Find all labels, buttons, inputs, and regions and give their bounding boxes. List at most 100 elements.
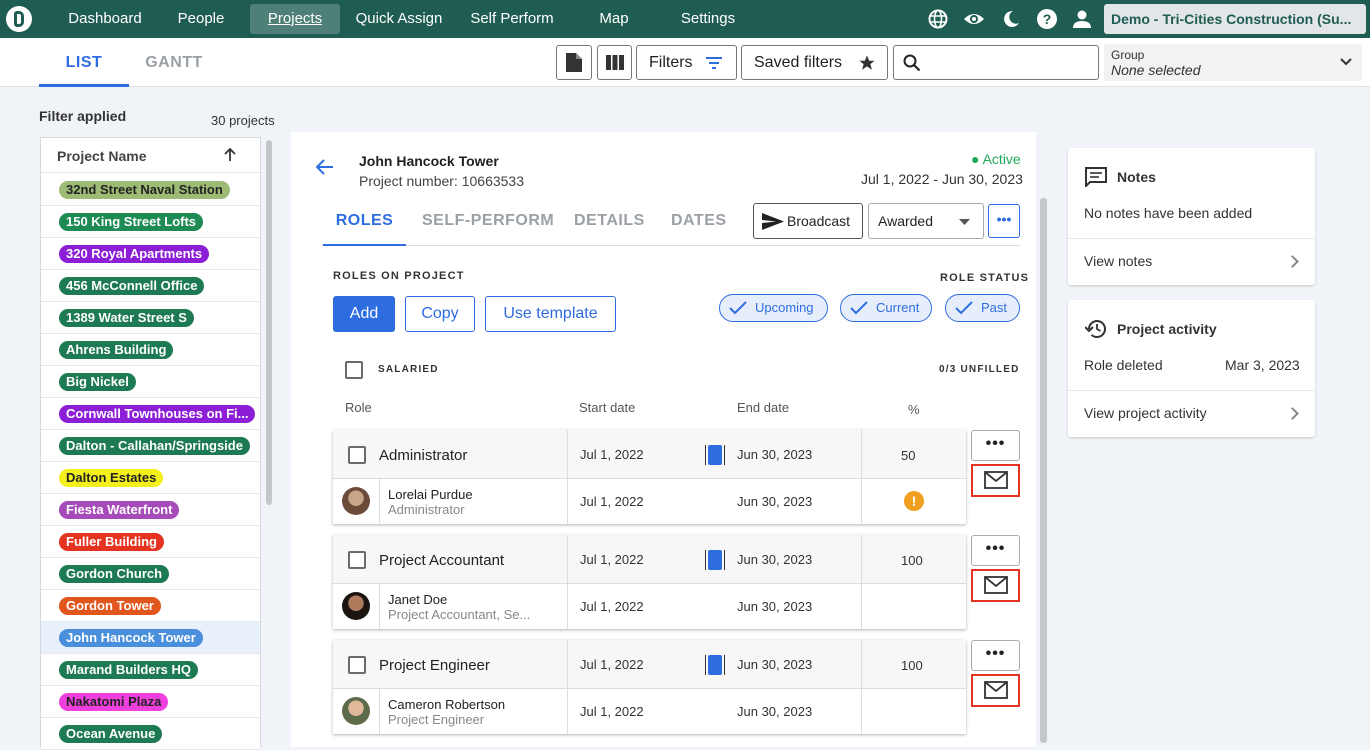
eye-icon[interactable] [963,8,985,30]
tab-details[interactable]: DETAILS [574,200,645,230]
date-range-marker[interactable] [705,655,725,675]
export-button[interactable] [556,45,592,80]
search-input[interactable] [928,50,1090,75]
project-name-chip: Fiesta Waterfront [59,501,180,519]
stage-select[interactable]: Awarded [868,203,984,239]
person-name[interactable]: Janet Doe [388,592,447,607]
activity-event-date: Mar 3, 2023 [1225,357,1300,373]
tab-dates[interactable]: DATES [671,200,727,230]
project-list-item[interactable]: Dalton - Callahan/Springside [41,430,260,462]
project-list-item[interactable]: 32nd Street Naval Station [41,174,260,206]
view-activity-link[interactable]: View project activity [1068,391,1315,435]
project-list-item[interactable]: 456 McConnell Office [41,270,260,302]
roles-on-project-caption: ROLES ON PROJECT [333,270,465,282]
copy-button[interactable]: Copy [405,296,475,332]
columns-button[interactable] [597,45,632,80]
select-all-checkbox[interactable] [345,361,363,379]
detail-scrollbar[interactable] [1040,198,1047,743]
project-count: 30 projects [211,113,275,128]
view-notes-link[interactable]: View notes [1068,239,1315,283]
nav-dashboard[interactable]: Dashboard [55,0,155,38]
status-chip-label: Past [981,300,1008,315]
avatar[interactable] [342,697,370,725]
project-list-item[interactable]: Nakatomi Plaza [41,686,260,718]
role-end-date: Jun 30, 2023 [737,657,813,672]
project-list-item[interactable]: Ocean Avenue [41,718,260,750]
user-icon[interactable] [1071,8,1093,30]
role-end-date: Jun 30, 2023 [737,552,813,567]
globe-icon[interactable] [927,8,949,30]
nav-projects[interactable]: Projects [250,4,340,34]
unfilled-count: 0/3 UNFILLED [939,364,1020,375]
role-checkbox[interactable] [348,656,366,674]
project-list-item[interactable]: Dalton Estates [41,462,260,494]
status-chip-label: Upcoming [755,300,814,315]
status-chip-past[interactable]: Past [945,294,1020,322]
nav-quick-assign[interactable]: Quick Assign [350,0,448,38]
group-value: None selected [1111,62,1201,78]
avatar[interactable] [342,592,370,620]
history-icon [1085,320,1106,338]
project-list-item[interactable]: Marand Builders HQ [41,654,260,686]
nav-map[interactable]: Map [590,0,638,38]
filters-button[interactable]: Filters [636,45,737,80]
tab-roles[interactable]: ROLES [323,200,406,246]
role-more-button[interactable]: ••• [971,430,1020,461]
back-arrow-icon[interactable] [316,158,334,176]
tab-gantt[interactable]: GANTT [135,38,213,87]
date-range-marker[interactable] [705,550,725,570]
date-range-marker[interactable] [705,445,725,465]
broadcast-button[interactable]: Broadcast [753,203,863,239]
project-list-item[interactable]: Cornwall Townhouses on Fi... [41,398,260,430]
project-list-item[interactable]: Gordon Tower [41,590,260,622]
search-input-box[interactable] [893,45,1099,80]
avatar[interactable] [342,487,370,515]
role-more-button[interactable]: ••• [971,535,1020,566]
moon-icon[interactable] [1000,8,1022,30]
help-icon[interactable]: ? [1036,8,1058,30]
project-list-item[interactable]: 1389 Water Street S [41,302,260,334]
sort-arrow-up-icon[interactable] [224,148,236,162]
project-list-item[interactable]: 320 Royal Apartments [41,238,260,270]
nav-people[interactable]: People [166,0,236,38]
more-horizontal-icon: ••• [985,540,1006,557]
project-name-chip: Ahrens Building [59,341,174,359]
project-list-item[interactable]: Ahrens Building [41,334,260,366]
project-list-item[interactable]: Fiesta Waterfront [41,494,260,526]
tab-self-perform[interactable]: SELF-PERFORM [422,200,554,230]
person-name[interactable]: Lorelai Purdue [388,487,473,502]
email-button[interactable] [971,674,1020,707]
role-checkbox[interactable] [348,551,366,569]
person-name[interactable]: Cameron Robertson [388,697,505,712]
project-list-item[interactable]: Big Nickel [41,366,260,398]
add-role-button[interactable]: Add [333,296,395,332]
project-list-item[interactable]: Gordon Church [41,558,260,590]
app-logo[interactable] [6,6,32,32]
chevron-right-icon [1286,407,1299,420]
status-chip-current[interactable]: Current [840,294,932,322]
project-list-item[interactable]: John Hancock Tower [41,622,260,654]
column-percent: % [908,402,920,417]
email-button[interactable] [971,464,1020,497]
project-more-button[interactable]: ••• [988,204,1020,238]
warning-icon[interactable]: ! [904,491,924,511]
saved-filters-button[interactable]: Saved filters [741,45,888,80]
project-name-chip: Gordon Tower [59,597,161,615]
project-list-item[interactable]: Fuller Building [41,526,260,558]
nav-self-perform[interactable]: Self Perform [462,0,562,38]
status-chip-label: Current [876,300,920,315]
tab-list[interactable]: LIST [39,38,129,87]
project-list-item[interactable]: 150 King Street Lofts [41,206,260,238]
nav-settings[interactable]: Settings [672,0,744,38]
status-chip-upcoming[interactable]: Upcoming [719,294,828,322]
group-select[interactable]: Group None selected [1104,44,1362,81]
role-name: Administrator [379,447,468,464]
project-list-header[interactable]: Project Name [41,138,260,173]
email-button[interactable] [971,569,1020,602]
use-template-button[interactable]: Use template [485,296,616,332]
role-checkbox[interactable] [348,446,366,464]
project-list-scrollbar[interactable] [266,140,272,505]
more-horizontal-icon: ••• [985,645,1006,662]
organization-switcher[interactable]: Demo - Tri-Cities Construction (Su... [1104,4,1366,34]
role-more-button[interactable]: ••• [971,640,1020,671]
